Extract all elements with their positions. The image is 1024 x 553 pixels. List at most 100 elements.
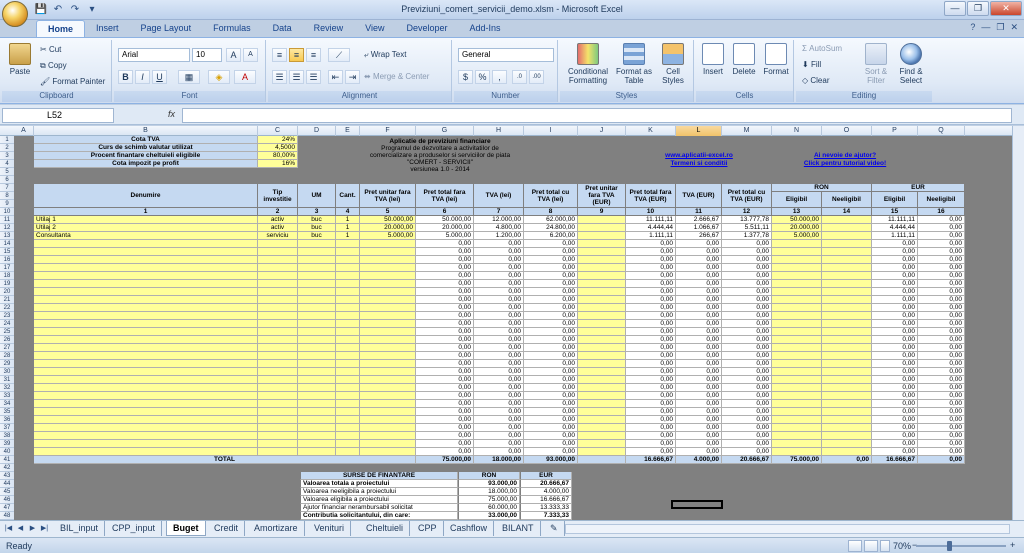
table-cell[interactable]: 0,00	[722, 392, 772, 400]
table-cell[interactable]	[336, 424, 360, 432]
table-cell[interactable]: 0,00	[474, 376, 524, 384]
param-label[interactable]: Curs de schimb valutar utilizat	[34, 144, 258, 152]
column-header-d[interactable]: D	[298, 126, 336, 136]
table-cell[interactable]	[298, 344, 336, 352]
row-header[interactable]: 23	[0, 312, 14, 320]
table-cell[interactable]: 0,00	[474, 368, 524, 376]
sheet-tab-cpp[interactable]: CPP	[412, 521, 444, 536]
table-cell[interactable]: 0,00	[918, 272, 965, 280]
table-cell[interactable]	[578, 232, 626, 240]
table-cell[interactable]: 0,00	[676, 272, 722, 280]
table-cell[interactable]	[772, 336, 822, 344]
table-cell[interactable]	[578, 400, 626, 408]
row-header[interactable]: 44	[0, 480, 14, 488]
table-cell[interactable]	[336, 280, 360, 288]
table-cell[interactable]	[298, 288, 336, 296]
format-cells-button[interactable]: Format	[760, 43, 792, 76]
table-cell[interactable]: 0,00	[474, 448, 524, 456]
normal-view-button[interactable]	[848, 540, 862, 552]
row-header[interactable]: 9	[0, 200, 14, 208]
table-cell[interactable]	[772, 424, 822, 432]
table-cell[interactable]: 0,00	[416, 376, 474, 384]
font-name-select[interactable]: Arial	[118, 48, 190, 62]
row-header[interactable]: 19	[0, 280, 14, 288]
table-cell[interactable]	[772, 304, 822, 312]
table-cell[interactable]: 0,00	[524, 368, 578, 376]
table-cell[interactable]	[772, 248, 822, 256]
table-cell[interactable]: 0,00	[626, 392, 676, 400]
table-cell[interactable]: 0,00	[872, 400, 918, 408]
table-cell[interactable]	[258, 328, 298, 336]
table-cell[interactable]: 0,00	[524, 264, 578, 272]
table-cell[interactable]	[360, 312, 416, 320]
table-cell[interactable]	[772, 280, 822, 288]
table-cell[interactable]	[822, 224, 872, 232]
table-cell[interactable]: 0,00	[474, 352, 524, 360]
table-cell[interactable]: 0,00	[474, 440, 524, 448]
table-cell[interactable]: 0,00	[676, 416, 722, 424]
percent-button[interactable]: %	[475, 70, 490, 84]
table-cell[interactable]: 0,00	[722, 280, 772, 288]
table-cell[interactable]: 0,00	[918, 384, 965, 392]
row-header[interactable]: 29	[0, 360, 14, 368]
total-value[interactable]: 4.000,00	[676, 456, 722, 464]
table-cell[interactable]	[578, 288, 626, 296]
table-cell[interactable]: 0,00	[676, 288, 722, 296]
table-cell[interactable]	[360, 272, 416, 280]
table-cell[interactable]: 0,00	[676, 296, 722, 304]
tab-home[interactable]: Home	[36, 20, 86, 37]
table-cell[interactable]	[360, 280, 416, 288]
table-cell[interactable]: 0,00	[524, 240, 578, 248]
table-cell[interactable]	[34, 328, 258, 336]
table-cell[interactable]: 0,00	[722, 432, 772, 440]
table-cell[interactable]	[822, 312, 872, 320]
table-cell[interactable]: 0,00	[474, 256, 524, 264]
table-cell[interactable]	[34, 360, 258, 368]
fill-button[interactable]: ⬇ Fill	[802, 59, 821, 71]
table-cell[interactable]: 0,00	[474, 296, 524, 304]
table-cell[interactable]: 0,00	[918, 312, 965, 320]
row-header[interactable]: 12	[0, 224, 14, 232]
table-cell[interactable]	[298, 328, 336, 336]
table-cell[interactable]: 0,00	[722, 304, 772, 312]
table-cell[interactable]: 0,00	[676, 440, 722, 448]
table-cell[interactable]	[822, 448, 872, 456]
table-cell[interactable]: 0,00	[626, 424, 676, 432]
table-cell[interactable]: 0,00	[676, 240, 722, 248]
table-cell[interactable]	[822, 320, 872, 328]
param-value[interactable]: 16%	[258, 160, 298, 168]
table-cell[interactable]: 0,00	[416, 280, 474, 288]
table-cell[interactable]: 0,00	[918, 344, 965, 352]
table-cell[interactable]: 0,00	[918, 432, 965, 440]
surse-row-eur[interactable]: 13.333,33	[520, 504, 572, 512]
table-cell[interactable]	[822, 376, 872, 384]
table-cell[interactable]: 0,00	[872, 424, 918, 432]
table-cell[interactable]: 0,00	[524, 400, 578, 408]
table-cell[interactable]	[34, 376, 258, 384]
zoom-slider[interactable]	[916, 545, 1006, 547]
surse-row-ron[interactable]: 18.000,00	[458, 488, 520, 496]
param-value[interactable]: 24%	[258, 136, 298, 144]
font-color-button[interactable]: A	[234, 70, 256, 84]
table-cell[interactable]: 0,00	[676, 376, 722, 384]
delete-cells-button[interactable]: Delete	[729, 43, 759, 76]
paste-button[interactable]: Paste	[6, 43, 34, 76]
total-value[interactable]: 20.666,67	[722, 456, 772, 464]
table-cell[interactable]	[822, 360, 872, 368]
table-cell[interactable]: 0,00	[626, 304, 676, 312]
doc-restore-icon[interactable]: ❐	[996, 22, 1004, 33]
table-cell[interactable]: 5.511,11	[722, 224, 772, 232]
table-cell[interactable]	[822, 240, 872, 248]
table-cell[interactable]: 4.800,00	[474, 224, 524, 232]
table-cell[interactable]: 0,00	[872, 408, 918, 416]
table-cell[interactable]	[578, 368, 626, 376]
table-cell[interactable]	[298, 432, 336, 440]
table-cell[interactable]	[298, 280, 336, 288]
table-cell[interactable]	[258, 272, 298, 280]
table-cell[interactable]: 0,00	[416, 432, 474, 440]
surse-row-eur[interactable]: 4.000,00	[520, 488, 572, 496]
table-cell[interactable]: 0,00	[626, 240, 676, 248]
table-cell[interactable]: 0,00	[722, 352, 772, 360]
surse-row-eur[interactable]: 16.666,67	[520, 496, 572, 504]
last-sheet-icon[interactable]: ▶|	[40, 524, 49, 534]
